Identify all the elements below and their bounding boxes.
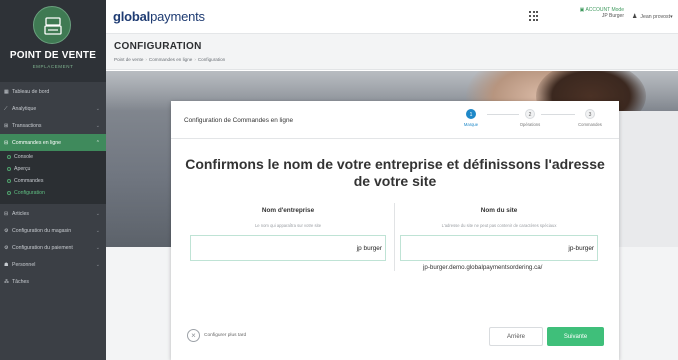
divider — [171, 138, 619, 139]
page-title: CONFIGURATION — [114, 41, 202, 52]
breadcrumb-item[interactable]: Commandes en ligne — [149, 57, 192, 62]
site-name-input[interactable] — [400, 235, 598, 261]
sidebar-item-label: Personnel — [12, 261, 36, 268]
next-button[interactable]: Suivante — [547, 327, 604, 346]
globalpayments-logo[interactable]: globalpayments — [113, 9, 205, 24]
sidebar-item-articles[interactable]: ⊟ Articles ⌄ — [0, 205, 106, 222]
top-bar: globalpayments ▣ ACCOUNT Mode JP Burger … — [106, 0, 678, 34]
company-name-input[interactable] — [190, 235, 386, 261]
people-icon: ☗ — [4, 261, 9, 268]
site-url-preview: jp-burger.demo.globalpaymentsordering.ca… — [423, 264, 543, 271]
breadcrumb-separator: › — [145, 57, 147, 62]
cart-icon: ⊟ — [4, 139, 9, 146]
account-switcher[interactable]: ▣ ACCOUNT Mode JP Burger — [562, 7, 624, 19]
step-brand: 1 Marque — [446, 109, 496, 127]
sidebar-subnav: Console Aperçu Commandes Configuration — [0, 151, 106, 204]
chevron-up-icon: ⌃ — [95, 139, 100, 146]
company-name-help: Le nom qui apparaîtra sur votre site — [254, 223, 322, 228]
gear-icon: ⚙ — [4, 227, 9, 234]
sidebar-item-staff[interactable]: ☗ Personnel ⌄ — [0, 256, 106, 273]
step-number: 2 — [525, 109, 535, 119]
circle-icon — [7, 191, 11, 195]
cart-icon: ⊟ — [4, 210, 9, 217]
configure-later-label: Configurer plus tard — [204, 333, 247, 338]
sidebar-item-store-config[interactable]: ⚙ Configuration du magasin ⌄ — [0, 222, 106, 239]
step-label: Opérations — [519, 122, 541, 127]
sidebar-item-label: Analytique — [12, 105, 37, 112]
transactions-icon: ⊞ — [4, 122, 9, 129]
user-icon: ♟ — [632, 14, 638, 20]
sidebar-item-payment-config[interactable]: ⚙ Configuration du paiement ⌄ — [0, 239, 106, 256]
sidebar-item-label: Tableau de bord — [12, 88, 50, 95]
sidebar-item-transactions[interactable]: ⊞ Transactions ⌄ — [0, 117, 106, 134]
subnav-item-orders[interactable]: Commandes — [7, 178, 43, 184]
step-orders: 3 Commandes — [565, 109, 615, 127]
breadcrumb: Point de vente › Commandes en ligne › Co… — [114, 57, 225, 62]
chevron-down-icon: ⌄ — [95, 210, 100, 217]
register-icon — [33, 6, 71, 44]
circle-icon — [7, 155, 11, 159]
account-name: JP Burger — [601, 13, 624, 19]
circle-icon — [7, 167, 11, 171]
chevron-down-icon: ⌄ — [95, 244, 100, 251]
brand-block: POINT DE VENTE EMPLACEMENT — [0, 0, 106, 82]
logo-bold-text: global — [113, 9, 151, 24]
sidebar-item-label: Configuration du magasin — [12, 227, 72, 234]
subnav-label: Aperçu — [14, 166, 31, 172]
sidebar-item-label: Configuration du paiement — [12, 244, 73, 251]
tasks-icon: ⁂ — [4, 278, 9, 285]
caret-down-icon: ▾ — [670, 13, 673, 20]
user-menu[interactable]: ♟ Jean provost ▾ — [632, 13, 673, 21]
sidebar-item-dashboard[interactable]: ▦ Tableau de bord — [0, 83, 106, 100]
page-header: CONFIGURATION Point de vente › Commandes… — [106, 34, 678, 70]
step-operations: 2 Opérations — [505, 109, 555, 127]
subnav-item-configuration[interactable]: Configuration — [7, 190, 45, 196]
chevron-down-icon: ⌄ — [95, 227, 100, 234]
column-divider — [394, 203, 395, 271]
user-name: Jean provost — [640, 13, 671, 20]
subnav-label: Configuration — [14, 190, 45, 196]
brand-title: POINT DE VENTE — [9, 50, 97, 61]
setup-wizard-card: Configuration de Commandes en ligne 1 Ma… — [171, 101, 619, 360]
circle-icon — [7, 179, 11, 183]
company-name-label: Nom d'entreprise — [261, 207, 315, 214]
sidebar-item-label: Commandes en ligne — [12, 139, 62, 146]
sidebar-item-online-orders[interactable]: ⊟ Commandes en ligne ⌃ — [0, 134, 106, 151]
close-icon: × — [187, 329, 200, 342]
sidebar: POINT DE VENTE EMPLACEMENT ▦ Tableau de … — [0, 0, 106, 360]
chart-icon: ⟋ — [4, 105, 8, 112]
sidebar-item-label: Tâches — [12, 278, 30, 285]
sidebar-item-label: Articles — [12, 210, 30, 217]
chevron-down-icon: ⌄ — [95, 105, 100, 112]
sidebar-item-label: Transactions — [12, 122, 42, 129]
subnav-label: Console — [14, 154, 34, 160]
wizard-headline: Confirmons le nom de votre entreprise et… — [185, 156, 605, 189]
subnav-item-console[interactable]: Console — [7, 154, 33, 160]
logo-light-text: payments — [150, 9, 205, 24]
site-name-label: Nom du site — [480, 207, 518, 214]
breadcrumb-separator: › — [194, 57, 196, 62]
site-name-help: L'adresse du site ne peut pas contenir d… — [441, 223, 557, 228]
gear-icon: ⚙ — [4, 244, 9, 251]
configure-later-link[interactable]: × Configurer plus tard — [187, 329, 246, 342]
breadcrumb-item: Configuration — [197, 57, 226, 62]
back-button[interactable]: Arrière — [489, 327, 543, 346]
step-number: 1 — [466, 109, 476, 119]
chevron-down-icon: ⌄ — [95, 122, 100, 129]
step-label: Commandes — [578, 122, 602, 127]
step-number: 3 — [585, 109, 595, 119]
subnav-label: Commandes — [14, 178, 44, 184]
brand-subtitle: EMPLACEMENT — [32, 64, 74, 69]
sidebar-item-analytics[interactable]: ⟋ Analytique ⌄ — [0, 100, 106, 117]
chevron-down-icon: ⌄ — [95, 261, 100, 268]
dashboard-icon: ▦ — [4, 88, 9, 95]
step-label: Marque — [463, 122, 479, 127]
breadcrumb-item[interactable]: Point de vente — [114, 57, 143, 62]
subnav-item-overview[interactable]: Aperçu — [7, 166, 30, 172]
sidebar-item-tasks[interactable]: ⁂ Tâches — [0, 273, 106, 290]
card-title: Configuration de Commandes en ligne — [184, 117, 294, 124]
apps-grid-icon[interactable] — [529, 11, 539, 21]
